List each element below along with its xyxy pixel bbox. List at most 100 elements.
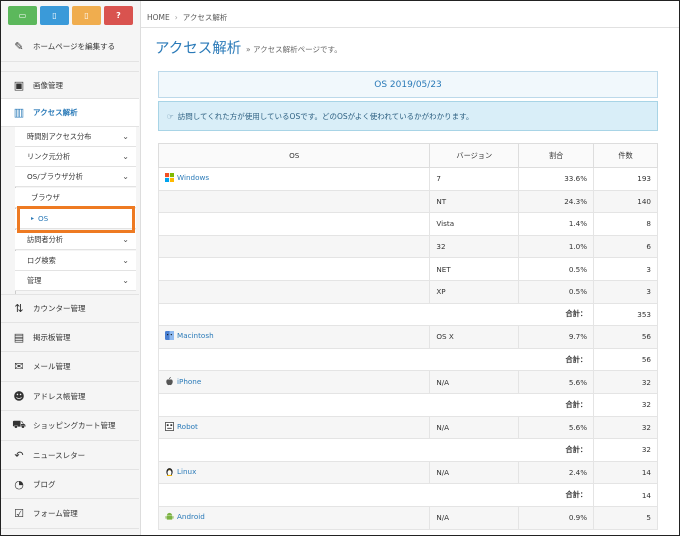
total-label: 合計： bbox=[157, 483, 595, 507]
submenu-item-link[interactable]: リンク元分析 ⌄ bbox=[15, 147, 136, 167]
breadcrumb-separator: › bbox=[174, 13, 178, 22]
table-total-row: 合計： 56 bbox=[157, 347, 658, 372]
tablet-icon[interactable]: ▯ bbox=[40, 6, 69, 25]
os-name: Macintosh bbox=[177, 331, 214, 341]
header-divider bbox=[141, 27, 679, 28]
os-link-macintosh[interactable]: Macintosh bbox=[165, 331, 214, 341]
ratio-cell: 0.5% bbox=[518, 279, 595, 304]
chevron-down-icon: ⌄ bbox=[122, 132, 129, 141]
table-total-row: 合計： 32 bbox=[157, 438, 658, 462]
submenu-item-visitor[interactable]: 訪問者分析 ⌄ bbox=[15, 230, 136, 250]
sidebar-item-label: ホームページを編集する bbox=[33, 41, 116, 51]
breadcrumb-home[interactable]: HOME bbox=[147, 13, 170, 22]
total-count: 32 bbox=[593, 392, 658, 417]
submenu-item-browser[interactable]: ブラウザ bbox=[15, 188, 136, 208]
count-cell: 193 bbox=[593, 167, 658, 191]
sidebar-item-form[interactable]: ☑ フォーム管理 bbox=[1, 499, 139, 529]
table-row: Robot N/A 5.6% 32 bbox=[157, 415, 658, 440]
sidebar-item-news[interactable]: ↶ ニュースレター bbox=[1, 441, 139, 470]
table-row: Windows 7 33.6% 193 bbox=[157, 167, 658, 191]
os-link-android[interactable]: Android bbox=[165, 512, 205, 521]
sidebar-item-cart[interactable]: ⛟ ショッピングカート管理 bbox=[1, 411, 139, 441]
main-content: HOME › アクセス解析 アクセス解析 » アクセス解析ページです。 OS 2… bbox=[141, 1, 679, 535]
sidebar-item-blog[interactable]: ◔ ブログ bbox=[1, 470, 139, 499]
mobile-icon[interactable]: ▯ bbox=[72, 6, 101, 25]
cart-icon: ⛟ bbox=[12, 418, 26, 431]
col-header-version[interactable]: バージョン bbox=[429, 143, 520, 168]
os-link-robot[interactable]: Robot bbox=[165, 422, 198, 431]
count-cell: 14 bbox=[593, 460, 658, 485]
report-title: OS 2019/05/23 bbox=[158, 71, 658, 98]
version-cell: NET bbox=[429, 257, 520, 281]
ratio-cell: 5.6% bbox=[518, 370, 595, 394]
total-label: 合計： bbox=[157, 392, 595, 417]
sidebar-item-bbs[interactable]: ▤ 掲示板管理 bbox=[1, 323, 139, 352]
sidebar-item-label: ブログ bbox=[33, 479, 56, 489]
image-icon: ▣ bbox=[13, 78, 25, 92]
submenu-item-time[interactable]: 時間別アクセス分布 ⌄ bbox=[15, 127, 136, 147]
help-icon[interactable]: ? bbox=[104, 6, 133, 25]
sidebar-item-counter[interactable]: ⇅ カウンター管理 bbox=[1, 294, 139, 323]
sort-numeric-icon: ⇅ bbox=[14, 302, 24, 315]
ratio-cell: 1.4% bbox=[518, 212, 595, 236]
finder-icon bbox=[165, 331, 174, 341]
submenu-item-osbrowser[interactable]: OS/ブラウザ分析 ⌄ bbox=[15, 167, 136, 187]
os-name: Robot bbox=[177, 421, 198, 431]
sidebar-item-address[interactable]: ☻ アドレス帳管理 bbox=[1, 382, 139, 411]
submenu-label: ログ検索 bbox=[27, 255, 56, 265]
os-link-iphone[interactable]: iPhone bbox=[165, 377, 201, 386]
envelope-icon: ✉ bbox=[14, 360, 24, 373]
col-header-ratio[interactable]: 割合 bbox=[518, 143, 595, 168]
breadcrumb: HOME › アクセス解析 bbox=[147, 12, 227, 23]
col-header-count[interactable]: 件数 bbox=[593, 143, 658, 168]
checkbox-icon: ☑ bbox=[14, 507, 24, 520]
sidebar-item-label: アドレス帳管理 bbox=[33, 391, 86, 401]
count-cell: 5 bbox=[593, 505, 658, 530]
table-row: iPhone N/A 5.6% 32 bbox=[157, 370, 658, 394]
total-label: 合計： bbox=[157, 302, 595, 327]
table-total-row: 合計： 353 bbox=[157, 302, 658, 327]
submenu-item-manage[interactable]: 管理 ⌄ bbox=[15, 271, 136, 291]
ratio-cell: 0.5% bbox=[518, 257, 595, 281]
submenu-item-log[interactable]: ログ検索 ⌄ bbox=[15, 251, 136, 271]
subtitle-prefix: » bbox=[246, 45, 251, 54]
sidebar-item-analytics[interactable]: ▥ アクセス解析 bbox=[1, 99, 139, 127]
table-row: XP 0.5% 3 bbox=[157, 279, 658, 304]
sidebar-item-mail[interactable]: ✉ メール管理 bbox=[1, 352, 139, 382]
submenu-label: ブラウザ bbox=[31, 192, 60, 202]
submenu-label: 訪問者分析 bbox=[27, 234, 63, 244]
submenu-label: リンク元分析 bbox=[27, 151, 71, 161]
version-cell: 7 bbox=[429, 167, 520, 191]
submenu-label: 管理 bbox=[27, 275, 42, 285]
subtitle-text: アクセス解析ページです。 bbox=[252, 45, 342, 54]
ratio-cell: 33.6% bbox=[518, 167, 595, 191]
sidebar-item-label: メール管理 bbox=[33, 362, 71, 371]
version-cell: N/A bbox=[429, 460, 520, 485]
ratio-cell: 24.3% bbox=[518, 189, 595, 214]
os-cell bbox=[157, 212, 431, 236]
table-total-row: 合計： 14 bbox=[157, 483, 658, 507]
total-count: 353 bbox=[593, 302, 658, 327]
windows-icon bbox=[165, 173, 174, 183]
col-header-os[interactable]: OS bbox=[157, 143, 431, 168]
android-icon bbox=[165, 513, 174, 520]
monitor-icon[interactable]: ▭ bbox=[8, 6, 37, 25]
rss-icon: ◔ bbox=[14, 477, 24, 491]
os-name: iPhone bbox=[177, 376, 202, 386]
table-row: Android N/A 0.9% 5 bbox=[157, 505, 658, 530]
sidebar-item-edit-home[interactable]: ✎ ホームページを編集する bbox=[1, 31, 139, 62]
os-link-linux[interactable]: Linux bbox=[165, 467, 196, 477]
sidebar-item-images[interactable]: ▣ 画像管理 bbox=[1, 71, 139, 99]
os-highlight-box bbox=[17, 206, 135, 233]
os-link-windows[interactable]: Windows bbox=[165, 173, 209, 183]
ratio-cell: 2.4% bbox=[518, 460, 595, 485]
os-cell: iPhone bbox=[157, 370, 431, 394]
table-row: Vista 1.4% 8 bbox=[157, 212, 658, 236]
version-cell: N/A bbox=[429, 505, 520, 530]
table-row: Linux N/A 2.4% 14 bbox=[157, 460, 658, 485]
sidebar-item-label: カウンター管理 bbox=[33, 304, 86, 313]
sidebar-item-label: フォーム管理 bbox=[33, 509, 78, 518]
version-cell: XP bbox=[429, 279, 520, 304]
count-cell: 8 bbox=[593, 212, 658, 236]
total-count: 32 bbox=[593, 438, 658, 462]
